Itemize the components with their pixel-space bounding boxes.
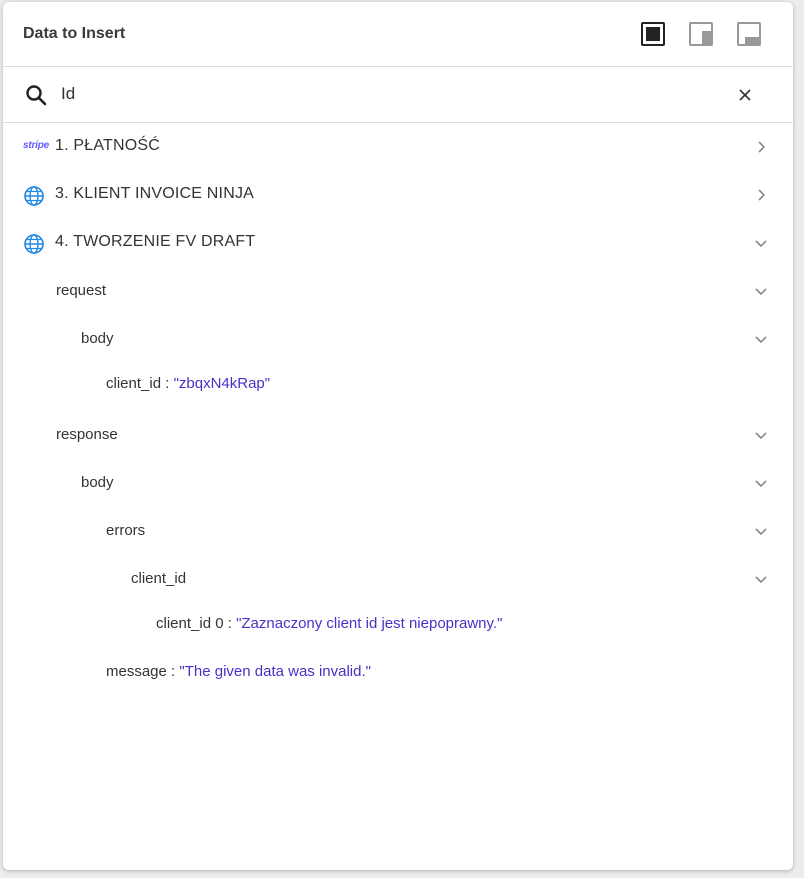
tree-leaf-message[interactable]: message : "The given data was invalid." (3, 654, 793, 690)
step-label: 4. TWORZENIE FV DRAFT (55, 233, 256, 250)
node-label: response (56, 426, 118, 443)
search-bar (3, 67, 793, 123)
globe-icon (24, 234, 44, 254)
chevron-down-icon[interactable] (753, 571, 769, 587)
field-value: "zbqxN4kRap" (173, 375, 271, 392)
stripe-logo: stripe (23, 140, 50, 151)
tree-step-3[interactable]: 3. KLIENT INVOICE NINJA (3, 177, 793, 213)
close-icon[interactable] (736, 86, 754, 104)
tree-node-request[interactable]: request (3, 273, 793, 309)
key-separator: : (161, 375, 174, 392)
tree-step-4[interactable]: 4. TWORZENIE FV DRAFT (3, 225, 793, 261)
chevron-down-icon[interactable] (753, 235, 769, 251)
data-to-insert-panel: Data to Insert stripe 1. PŁATNOŚĆ (3, 2, 793, 870)
field-key: client_id (106, 375, 162, 392)
chevron-down-icon[interactable] (753, 427, 769, 443)
key-separator: : (166, 663, 180, 680)
side-view-button[interactable] (689, 22, 713, 46)
node-label: request (56, 282, 107, 299)
field-value: "Zaznaczony client id jest niepoprawny." (236, 615, 503, 632)
tree-leaf-errors-client-id-0[interactable]: client_id 0 : "Zaznaczony client id jest… (3, 606, 793, 642)
chevron-right-icon[interactable] (753, 187, 769, 203)
field-key: client_id 0 (156, 615, 224, 632)
node-label: body (81, 474, 114, 491)
node-label: body (81, 330, 114, 347)
chevron-down-icon[interactable] (753, 523, 769, 539)
field-key: message (106, 663, 167, 680)
search-input[interactable] (61, 79, 701, 109)
key-value: message : "The given data was invalid." (106, 663, 371, 680)
step-label: 3. KLIENT INVOICE NINJA (55, 185, 255, 202)
field-value: "The given data was invalid." (179, 663, 371, 680)
key-value: client_id 0 : "Zaznaczony client id jest… (156, 615, 502, 632)
tree-node-response-body[interactable]: body (3, 465, 793, 501)
panel-title: Data to Insert (23, 25, 126, 42)
key-value: client_id : "zbqxN4kRap" (106, 375, 270, 392)
panel-header: Data to Insert (3, 2, 793, 67)
tree-step-1[interactable]: stripe 1. PŁATNOŚĆ (3, 129, 793, 165)
node-label: client_id (131, 570, 187, 587)
tree-leaf-request-client-id[interactable]: client_id : "zbqxN4kRap" (3, 366, 793, 402)
node-label: errors (106, 522, 146, 539)
key-separator: : (223, 615, 237, 632)
full-view-button[interactable] (641, 22, 665, 46)
tree-node-errors-client-id[interactable]: client_id (3, 561, 793, 597)
bottom-view-button[interactable] (737, 22, 761, 46)
chevron-right-icon[interactable] (753, 139, 769, 155)
globe-icon (24, 186, 44, 206)
search-icon (26, 85, 47, 106)
step-label: 1. PŁATNOŚĆ (55, 137, 161, 154)
tree-node-response[interactable]: response (3, 417, 793, 453)
chevron-down-icon[interactable] (753, 475, 769, 491)
tree-node-request-body[interactable]: body (3, 321, 793, 357)
chevron-down-icon[interactable] (753, 331, 769, 347)
tree-node-errors[interactable]: errors (3, 513, 793, 549)
chevron-down-icon[interactable] (753, 283, 769, 299)
